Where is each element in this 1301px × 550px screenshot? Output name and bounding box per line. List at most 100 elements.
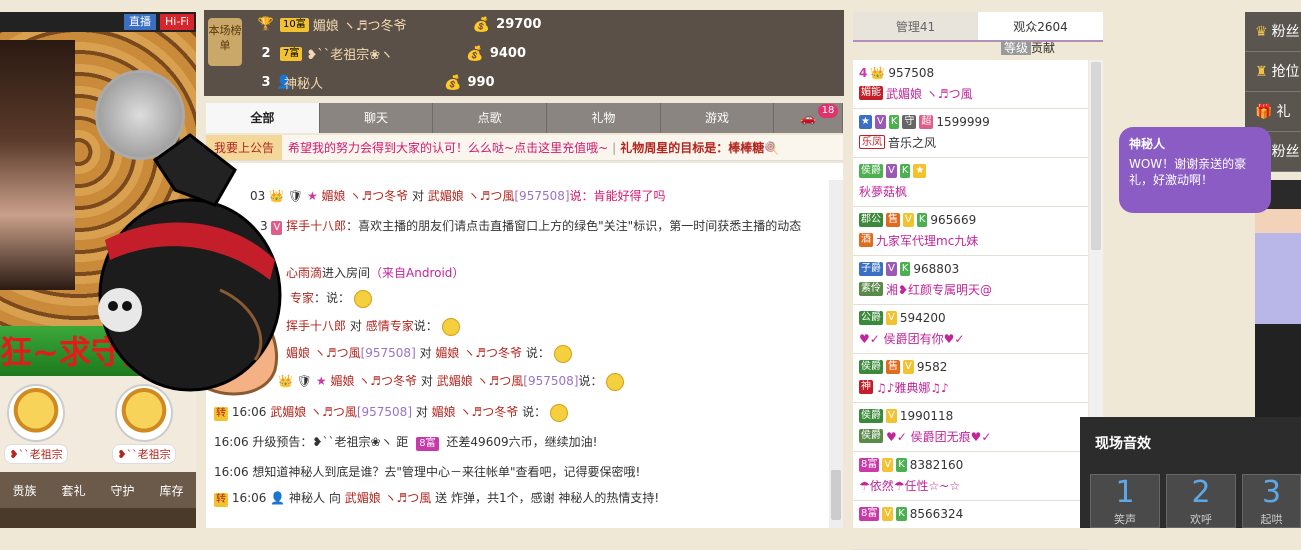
noble-badge: 公爵 [859,311,883,325]
left-footer [0,508,196,528]
ranking-row[interactable]: 3 👤 神秘人 💰 990 [256,68,495,97]
chat-user-id: [957508] [356,405,412,419]
side-menu-label: 抢位 [1271,64,1300,80]
sort-by-level[interactable]: 等级 [1000,41,1031,55]
chat-recipient[interactable]: 武媚娘 ヽ♬つ風 [345,491,432,505]
nav-gift-set[interactable]: 套礼 [61,482,85,499]
nav-noble[interactable]: 贵族 [12,482,36,499]
tab-all[interactable]: 全部 [206,103,320,133]
chat-sender[interactable]: 心雨滴 [286,266,322,280]
chat-text: 说：肯能好得了吗 [569,189,666,203]
sound-number: 1 [1115,475,1135,510]
chat-recipient[interactable]: 武媚娘 ヽ♬つ風 [437,374,524,388]
nav-guard[interactable]: 守护 [110,482,134,499]
ranking-value: 990 [467,75,495,90]
list-item[interactable]: 郡公售 V K 965669 酒九家军代理mc九妹 [853,207,1088,256]
side-menu-fans[interactable]: ♛ 粉丝 [1245,12,1301,52]
car-icon: 🚗 [800,111,816,125]
chat-sender[interactable]: 专家 [290,291,314,305]
guard-name: ❥``老祖宗 [4,444,68,464]
chat-text: 说： [413,319,438,333]
sound-button-cheer[interactable]: 2 欢呼 [1166,474,1236,528]
level-number: 4 [859,66,868,80]
chat-recipient[interactable]: 感情专家 [366,319,414,333]
star-icon: ★ [315,374,327,388]
list-item[interactable]: 侯爵 V K ★ 秋夢菇枫 [853,158,1088,207]
announcement-text[interactable]: 希望我的努力会得到大家的认可！么么哒~点击这里充值哦~ [288,141,608,155]
list-item[interactable]: 公爵 V 594200 ♥✓ 侯爵团有你♥✓ [853,305,1088,354]
side-menu-label: 粉丝 [1271,24,1300,40]
chat-message: 3 V 挥手十八郎：喜欢主播的朋友们请点击直播窗口上方的绿色"关注"标识，第一时… [260,217,801,235]
side-menu-grab-seat[interactable]: ♜ 抢位 [1245,52,1301,92]
guard-name: ❥``老祖宗 [112,444,176,464]
tab-chat[interactable]: 聊天 [320,103,434,133]
list-item[interactable]: 4 👑 957508 媚能 武媚娘 ヽ♬つ風 [853,60,1088,109]
guard-item[interactable]: ❥``老祖宗 [4,384,68,464]
seller-badge: 售 [886,360,900,374]
chat-recipient[interactable]: 媚娘 ヽ♬つ冬爷 [435,346,522,360]
tab-games[interactable]: 游戏 [661,103,775,133]
ranking-value: 29700 [496,17,542,32]
user-id: 957508 [888,66,935,80]
gift-icon: 🎁 [1255,104,1273,120]
sound-number: 2 [1191,475,1211,510]
chat-connector: 对 [419,346,432,360]
list-item[interactable]: 侯爵 V 1990118 侯爵 ♥✓ 侯爵团无痕♥✓ [853,403,1088,452]
audience-scroll-thumb[interactable] [1091,62,1101,250]
user-name: 音乐之风 [888,135,937,150]
sound-label: 欢呼 [1190,513,1212,526]
streamer-image [0,40,75,290]
chat-connector: 距 [396,435,409,449]
user-name: ♫♪雅典娜♫♪ [876,380,949,395]
chat-area[interactable]: 03 👑 🛡 ★ 媚娘 ヽ♬つ冬爷 对 武媚娘 ヽ♬つ風[957508]说：肯能… [206,163,843,528]
ranking-panel: 本场榜单 🏆 10富 媚娘 ヽ♬つ冬爷 💰 29700 2 7富 ❥``老祖宗❀… [204,10,844,96]
nav-inventory[interactable]: 库存 [159,482,183,499]
emoji-icon [549,403,568,422]
sound-number: 3 [1261,475,1282,510]
chat-sender[interactable]: 媚娘 ヽ♬つ冬爷 [322,189,409,203]
list-item[interactable]: 8富 V K 8382160 ☂依然☂任性☆~☆ [853,452,1088,501]
fan-tag: 侯爵 [859,429,883,443]
ranking-row[interactable]: 2 7富 ❥``老祖宗❀ヽ 💰 9400 [256,39,526,68]
tab-audience[interactable]: 观众2604 [978,12,1103,40]
chat-text: 说： [578,374,603,388]
forward-icon: 转 [214,493,228,507]
chat-sender[interactable]: 挥手十八郎 [286,319,346,333]
vip-badge: V [903,213,914,227]
list-item[interactable]: 8富 V K 8566324 [853,501,1088,550]
chat-time: 16:06 [214,465,249,479]
hifi-button[interactable]: Hi-Fi [160,14,194,30]
chat-sender[interactable]: 媚娘 ヽ♬つ風 [286,346,361,360]
user-name: ♥✓ 侯爵团有你♥✓ [859,331,965,346]
chat-sender[interactable]: 挥手十八郎 [286,219,346,233]
live-button[interactable]: 直播 [124,14,156,30]
sound-label: 起哄 [1260,513,1283,526]
sound-button-jeer[interactable]: 3 起哄 [1242,474,1301,528]
bubble-name: 神秘人 [1129,137,1166,151]
k-badge: K [896,507,907,521]
list-item[interactable]: 子爵 V K 968803 素伶 湘❥红颜专属明天@ [853,256,1088,305]
side-menu-gifts[interactable]: 🎁礼物 [1245,92,1301,160]
sort-by-contribution[interactable]: 贡献 [1031,41,1055,55]
chat-recipient[interactable]: 武媚娘 ヽ♬つ風 [428,189,515,203]
ranking-row[interactable]: 🏆 10富 媚娘 ヽ♬つ冬爷 💰 29700 [256,10,542,39]
chat-sender[interactable]: 媚娘 ヽ♬つ冬爷 [330,374,417,388]
vip-badge: V [882,458,894,472]
ranking-badge[interactable]: 本场榜单 [208,18,242,66]
tab-gifts[interactable]: 礼物 [547,103,661,133]
ranking-name: ❥``老祖宗❀ヽ [306,48,394,63]
chat-sender[interactable]: 神秘人 [289,491,325,505]
crown-icon: 👑 [870,66,886,80]
audience-list: 4 👑 957508 媚能 武媚娘 ヽ♬つ風 ★ V K 守超 1599999 乐凤 音乐之风 … [853,60,1088,550]
sound-button-laugh[interactable]: 1 笑声 [1090,474,1160,528]
seller-badge: 售 [886,213,900,227]
tab-songs[interactable]: 点歌 [433,103,548,133]
user-id: 594200 [899,311,946,325]
list-item[interactable]: 侯爵售 V 9582 神 ♫♪雅典娜♫♪ [853,354,1088,403]
chat-recipient[interactable]: 媚娘 ヽ♬つ冬爷 [432,405,519,419]
list-item[interactable]: ★ V K 守超 1599999 乐凤 音乐之风 [853,109,1088,158]
tab-managers[interactable]: 管理41 [853,12,978,40]
chat-scroll-thumb[interactable] [831,470,841,520]
crown-icon: ♛ [1255,24,1268,40]
chat-connector: 对 [349,319,362,333]
